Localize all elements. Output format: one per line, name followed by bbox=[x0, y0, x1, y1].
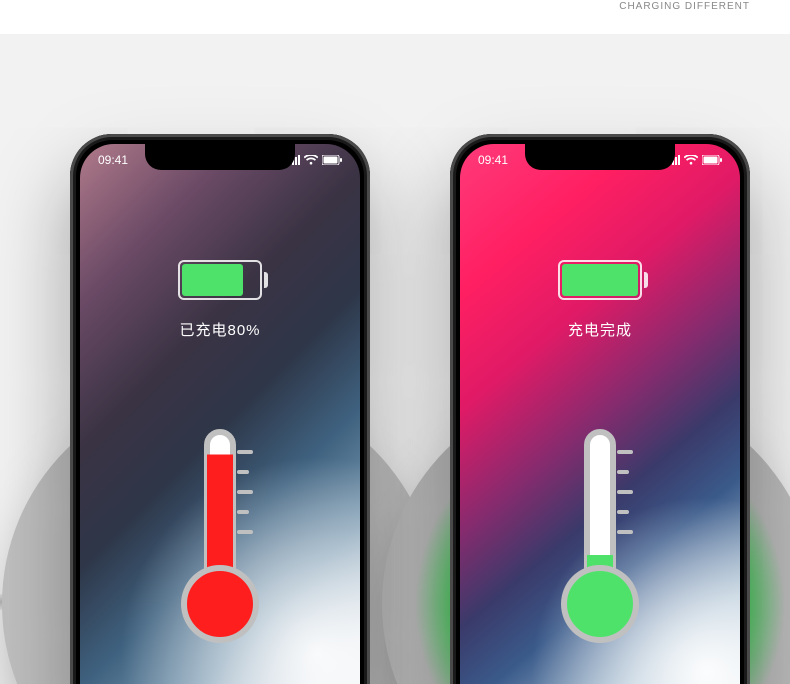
comparison-stage: 09:41 已充电80% bbox=[0, 34, 790, 684]
header-line-2: CHARGING DIFFERENT bbox=[619, 0, 750, 14]
battery-icon bbox=[558, 260, 642, 300]
phone-mockup: 09:41 充电完成 bbox=[450, 134, 750, 684]
header-caption: CHARGING DIFFERENT bbox=[619, 0, 750, 14]
phone-screen: 09:41 已充电80% bbox=[80, 144, 360, 684]
thermometer-icon bbox=[165, 424, 275, 644]
display-notch bbox=[525, 144, 675, 170]
display-notch bbox=[145, 144, 295, 170]
dock-row bbox=[80, 674, 360, 684]
battery-status-icon bbox=[322, 155, 342, 165]
wifi-icon bbox=[684, 155, 698, 165]
wifi-icon bbox=[304, 155, 318, 165]
charging-info: 充电完成 bbox=[460, 260, 740, 340]
phone-mockup: 09:41 已充电80% bbox=[70, 134, 370, 684]
phone-screen: 09:41 充电完成 bbox=[460, 144, 740, 684]
status-time: 09:41 bbox=[478, 153, 508, 167]
battery-label: 充电完成 bbox=[460, 319, 740, 340]
battery-label: 已充电80% bbox=[80, 319, 360, 340]
status-time: 09:41 bbox=[98, 153, 128, 167]
thermometer-icon bbox=[545, 424, 655, 644]
battery-fill bbox=[182, 264, 243, 296]
battery-fill bbox=[562, 264, 638, 296]
battery-status-icon bbox=[702, 155, 722, 165]
charging-info: 已充电80% bbox=[80, 260, 360, 340]
battery-icon bbox=[178, 260, 262, 300]
dock-row bbox=[460, 674, 740, 684]
